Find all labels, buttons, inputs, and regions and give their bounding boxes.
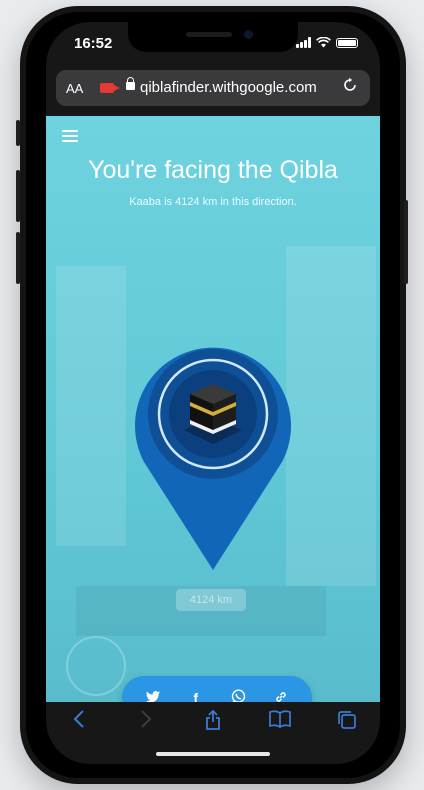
web-page: You're facing the Qibla Kaaba is 4124 km… <box>46 116 380 702</box>
back-button[interactable] <box>59 710 99 734</box>
status-time: 16:52 <box>74 35 113 52</box>
battery-icon <box>336 38 358 48</box>
facebook-share-button[interactable]: f <box>184 690 208 702</box>
distance-label: 4124 km <box>176 589 246 611</box>
chevron-right-icon <box>141 710 152 728</box>
forward-button[interactable] <box>126 710 166 734</box>
share-icon <box>206 709 220 730</box>
page-subtitle: Kaaba is 4124 km in this direction. <box>129 196 297 208</box>
whatsapp-share-button[interactable] <box>226 689 250 702</box>
lock-icon <box>126 77 135 90</box>
tabs-icon <box>337 711 356 729</box>
signal-icon <box>296 37 311 48</box>
status-icons <box>296 37 358 48</box>
volume-up-button <box>16 170 20 222</box>
twitter-icon <box>146 691 161 702</box>
front-camera <box>244 30 253 39</box>
share-bar: f <box>122 676 312 702</box>
background-photo-shape <box>56 266 126 546</box>
share-button[interactable] <box>193 709 233 734</box>
home-indicator[interactable] <box>156 752 270 756</box>
tabs-button[interactable] <box>327 710 367 734</box>
mute-switch <box>16 120 20 146</box>
notch <box>128 22 298 52</box>
screen: 16:52 AA qiblafinder.withgoogle.com You'… <box>46 22 380 764</box>
speaker <box>186 32 232 37</box>
reload-icon[interactable] <box>342 77 358 93</box>
device-frame: 16:52 AA qiblafinder.withgoogle.com You'… <box>0 0 424 790</box>
browser-chrome: AA qiblafinder.withgoogle.com <box>46 64 380 116</box>
qibla-pin <box>135 347 291 570</box>
link-icon <box>275 691 286 702</box>
twitter-share-button[interactable] <box>141 690 165 702</box>
volume-down-button <box>16 232 20 284</box>
address-bar[interactable]: AA qiblafinder.withgoogle.com <box>56 70 370 106</box>
menu-icon[interactable] <box>62 130 78 145</box>
page-title: You're facing the Qibla <box>88 156 338 184</box>
background-photo-shape <box>286 246 376 586</box>
whatsapp-icon <box>231 689 245 702</box>
compass-ring <box>66 636 126 696</box>
book-icon <box>268 710 291 729</box>
bookmarks-button[interactable] <box>260 710 300 734</box>
wifi-icon <box>316 37 331 48</box>
power-button <box>404 200 408 284</box>
text-size-button[interactable]: AA <box>66 81 83 96</box>
camera-recording-icon[interactable] <box>100 83 120 93</box>
chevron-left-icon <box>73 710 85 728</box>
url-text[interactable]: qiblafinder.withgoogle.com <box>140 79 317 96</box>
status-bar: 16:52 <box>46 22 380 64</box>
copy-link-button[interactable] <box>269 690 293 703</box>
